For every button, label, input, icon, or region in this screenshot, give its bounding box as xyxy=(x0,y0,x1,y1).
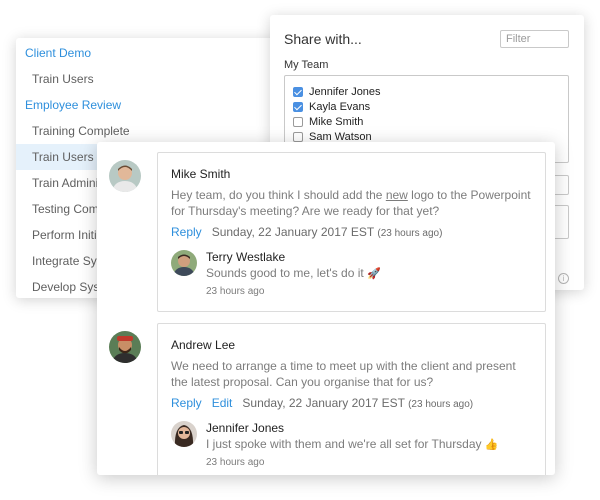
reply-body: Sounds good to me, let's do it 🚀 xyxy=(206,266,381,280)
comment-date: Sunday, 22 January 2017 EST xyxy=(242,396,405,410)
comment-author: Mike Smith xyxy=(171,167,231,181)
member-name: Sam Watson xyxy=(309,130,372,143)
underlined-word: new xyxy=(385,188,408,202)
comment-card: Andrew Lee We need to arrange a time to … xyxy=(157,323,546,475)
checkbox-checked[interactable] xyxy=(293,86,303,97)
checkbox-unchecked[interactable] xyxy=(293,116,303,127)
reply-age: 23 hours ago xyxy=(206,457,265,468)
avatar-mike-smith xyxy=(109,160,141,192)
thumbs-up-emoji: 👍 xyxy=(484,438,499,451)
comment-author: Andrew Lee xyxy=(171,338,236,352)
member-name: Mike Smith xyxy=(309,115,364,128)
reply-author: Jennifer Jones xyxy=(206,421,285,435)
avatar-jennifer-jones xyxy=(171,421,197,447)
comment-body: We need to arrange a time to meet up wit… xyxy=(171,359,516,389)
avatar-terry-westlake xyxy=(171,250,197,276)
rocket-emoji: 🚀 xyxy=(367,267,381,280)
info-icon[interactable]: i xyxy=(558,273,569,284)
share-title: Share with... xyxy=(284,31,362,47)
nav-header-client-demo[interactable]: Client Demo xyxy=(16,40,300,66)
member-name: Jennifer Jones xyxy=(309,85,381,98)
member-name: Kayla Evans xyxy=(309,100,371,113)
comment-age: (23 hours ago) xyxy=(408,399,474,410)
nav-item-training-complete[interactable]: Training Complete xyxy=(16,118,300,144)
avatar-andrew-lee xyxy=(109,331,141,363)
nav-item-train-users[interactable]: Train Users xyxy=(16,66,300,92)
reply-link[interactable]: Reply xyxy=(171,396,202,410)
comment-meta: Reply Edit Sunday, 22 January 2017 EST (… xyxy=(171,396,473,410)
reply-link[interactable]: Reply xyxy=(171,225,202,239)
edit-link[interactable]: Edit xyxy=(212,396,233,410)
nav-header-employee-review[interactable]: Employee Review xyxy=(16,92,300,118)
reply-author: Terry Westlake xyxy=(206,250,286,264)
comment-date: Sunday, 22 January 2017 EST xyxy=(211,225,375,239)
comment-body: Hey team, do you think I should add the … xyxy=(171,188,531,218)
comment-card: Mike Smith Hey team, do you think I shou… xyxy=(157,152,546,312)
team-label: My Team xyxy=(284,59,329,71)
comment-meta: Reply Sunday, 22 January 2017 EST (23 ho… xyxy=(171,225,442,239)
comment-age: (23 hours ago) xyxy=(377,228,443,239)
checkbox-checked[interactable] xyxy=(293,101,303,112)
member-row[interactable]: Jennifer Jones xyxy=(293,84,568,99)
filter-input[interactable] xyxy=(500,30,569,48)
reply-age: 23 hours ago xyxy=(206,286,265,297)
member-row[interactable]: Mike Smith xyxy=(293,114,568,129)
reply-body: I just spoke with them and we're all set… xyxy=(206,437,499,451)
comments-panel: Mike Smith Hey team, do you think I shou… xyxy=(97,142,555,475)
checkbox-unchecked[interactable] xyxy=(293,131,303,142)
member-row[interactable]: Kayla Evans xyxy=(293,99,568,114)
